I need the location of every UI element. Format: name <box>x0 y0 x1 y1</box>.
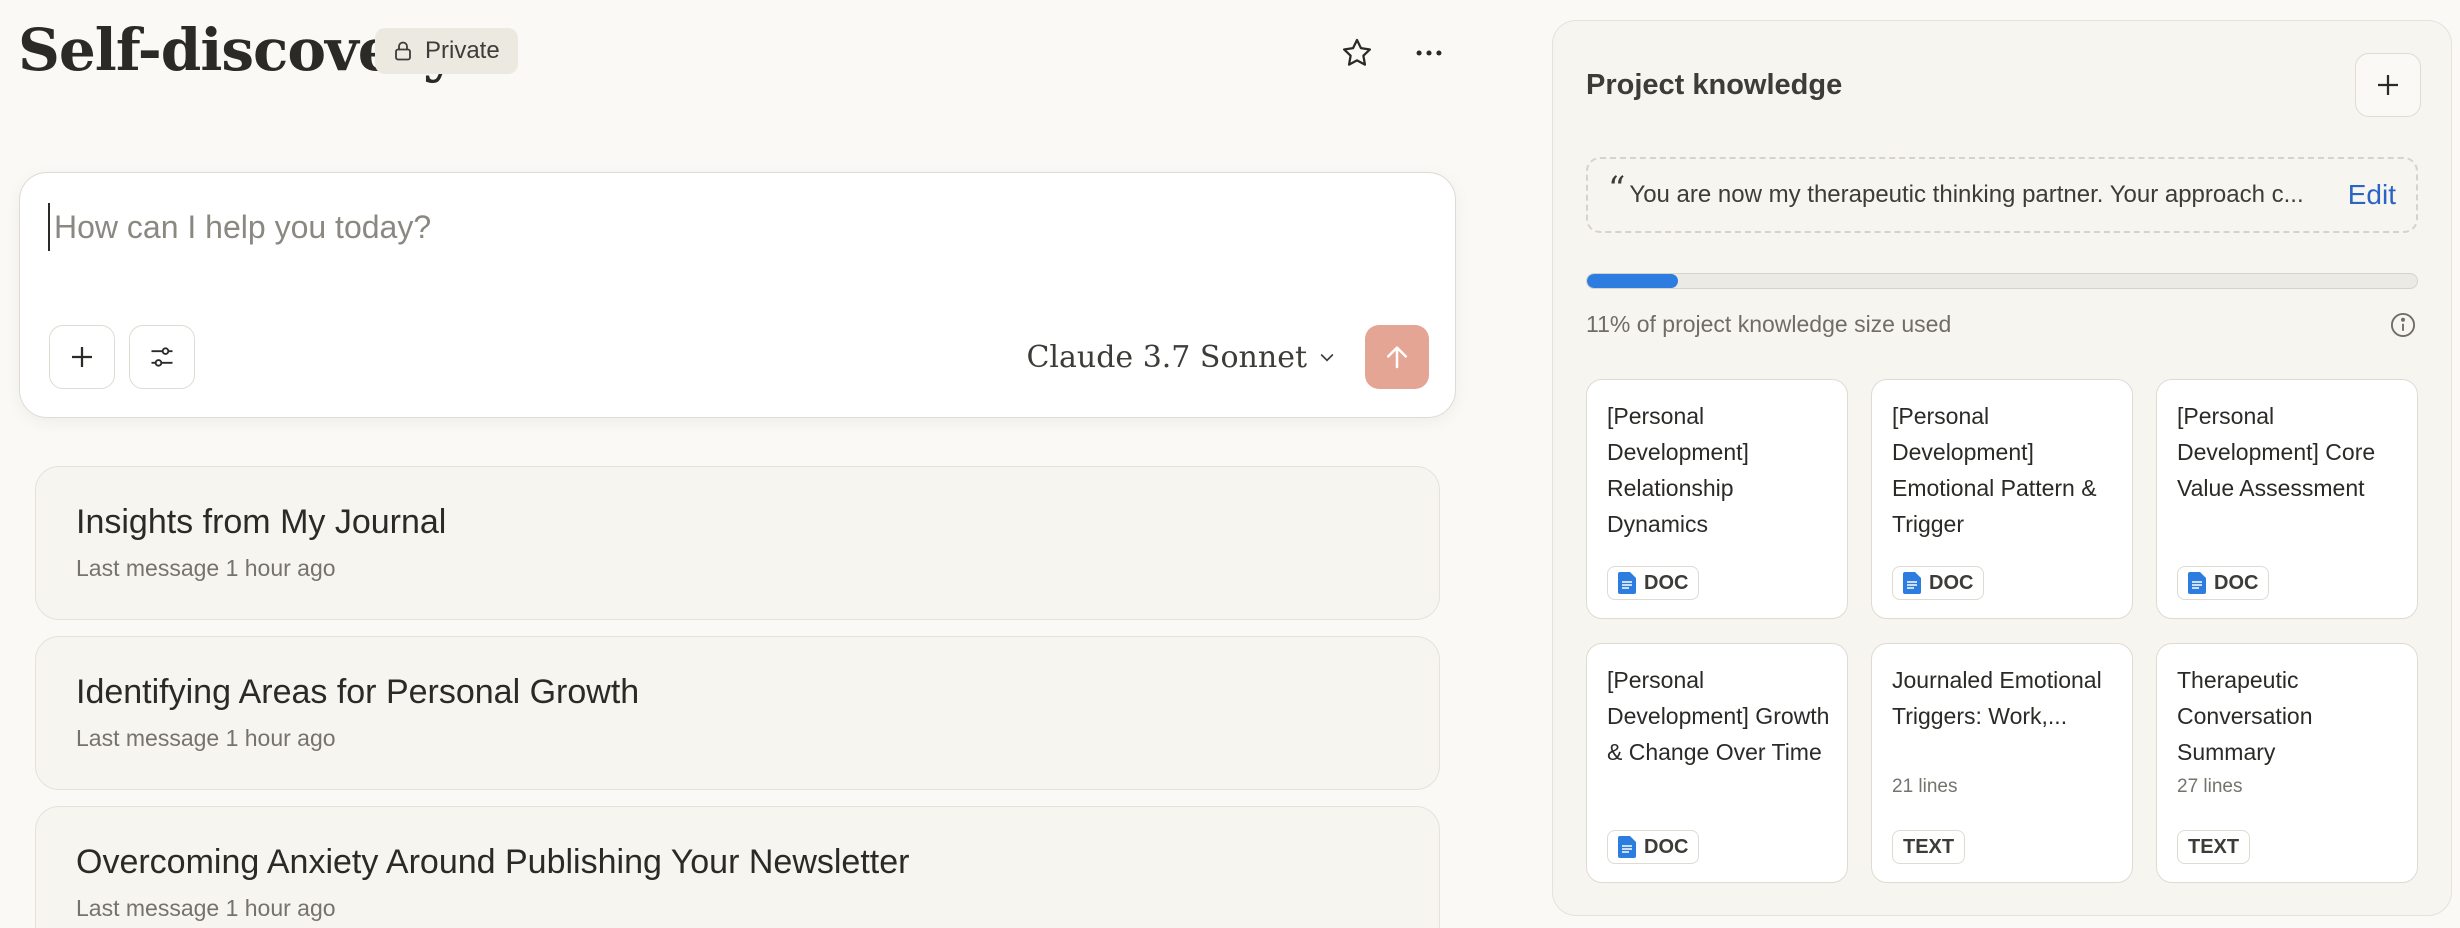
favorite-button[interactable] <box>1334 30 1380 76</box>
knowledge-file-card[interactable]: [Personal Development] Relationship Dyna… <box>1586 379 1848 619</box>
chevron-down-icon <box>1320 353 1334 362</box>
knowledge-usage-label: 11% of project knowledge size used <box>1586 311 1952 337</box>
lock-icon <box>395 41 411 61</box>
knowledge-file-card[interactable]: [Personal Development] Core Value Assess… <box>2156 379 2418 619</box>
knowledge-file-card[interactable]: [Personal Development] Emotional Pattern… <box>1871 379 2133 619</box>
file-type-badge: TEXT <box>2177 830 2251 864</box>
message-composer: Claude 3.7 Sonnet <box>19 172 1456 418</box>
file-name: Journaled Emotional Triggers: Work,... <box>1892 667 2102 729</box>
file-type-badge: DOC <box>1607 830 1700 864</box>
chat-title: Insights from My Journal <box>76 503 447 541</box>
file-line-count: 27 lines <box>2177 776 2243 797</box>
project-header: Self-discovery Private <box>18 14 1458 94</box>
knowledge-usage-bar <box>1586 273 2418 289</box>
visibility-badge[interactable]: Private <box>375 28 518 74</box>
file-type-badge: DOC <box>1892 566 1985 600</box>
knowledge-file-card[interactable]: Journaled Emotional Triggers: Work,... 2… <box>1871 643 2133 883</box>
file-type-badge: TEXT <box>1892 830 1966 864</box>
file-type-badge: DOC <box>1607 566 1700 600</box>
chat-list-item[interactable]: Overcoming Anxiety Around Publishing You… <box>35 806 1440 928</box>
document-icon <box>1618 572 1636 594</box>
file-type-label: DOC <box>2214 571 2259 594</box>
file-name: [Personal Development] Growth & Change O… <box>1607 667 1830 765</box>
knowledge-file-card[interactable]: Therapeutic Conversation Summary 27 line… <box>2156 643 2418 883</box>
chat-list-item[interactable]: Insights from My Journal Last message 1 … <box>35 466 1440 620</box>
document-icon <box>1903 572 1921 594</box>
instructions-preview: You are now my therapeutic thinking part… <box>1629 181 2304 208</box>
file-name: [Personal Development] Emotional Pattern… <box>1892 403 2097 537</box>
add-attachment-button[interactable] <box>49 325 115 389</box>
visibility-label: Private <box>425 37 500 64</box>
edit-instructions-link[interactable]: Edit <box>2348 179 2396 211</box>
file-type-label: DOC <box>1929 571 1974 594</box>
chat-last-message: Last message 1 hour ago <box>76 725 336 751</box>
file-type-label: TEXT <box>1903 835 1955 858</box>
file-name: [Personal Development] Relationship Dyna… <box>1607 403 1749 537</box>
plus-icon <box>2378 75 2398 95</box>
add-knowledge-button[interactable] <box>2355 53 2421 117</box>
file-name: Therapeutic Conversation Summary <box>2177 667 2313 765</box>
ellipsis-icon <box>1416 50 1442 56</box>
project-instructions[interactable]: “ You are now my therapeutic thinking pa… <box>1586 157 2418 233</box>
info-icon[interactable] <box>2389 311 2417 339</box>
file-type-label: DOC <box>1644 835 1689 858</box>
project-knowledge-panel: Project knowledge “ You are now my thera… <box>1552 20 2452 916</box>
model-name: Claude 3.7 Sonnet <box>1026 339 1307 375</box>
file-type-badge: DOC <box>2177 566 2270 600</box>
file-name: [Personal Development] Core Value Assess… <box>2177 403 2376 501</box>
message-input[interactable] <box>48 203 1408 251</box>
more-options-button[interactable] <box>1406 30 1452 76</box>
document-icon <box>1618 836 1636 858</box>
file-line-count: 21 lines <box>1892 776 1958 797</box>
send-button[interactable] <box>1365 325 1429 389</box>
panel-title: Project knowledge <box>1586 69 1843 101</box>
document-icon <box>2188 572 2206 594</box>
knowledge-usage-fill <box>1587 274 1679 288</box>
plus-icon <box>72 347 92 367</box>
chat-last-message: Last message 1 hour ago <box>76 895 336 921</box>
project-page: Self-discovery Private How can I help yo… <box>0 0 2460 928</box>
arrow-up-icon <box>1387 346 1407 369</box>
file-type-label: DOC <box>1644 571 1689 594</box>
tools-button[interactable] <box>129 325 195 389</box>
model-selector[interactable]: Claude 3.7 Sonnet <box>1026 331 1337 383</box>
star-icon <box>1342 38 1372 66</box>
sliders-icon <box>151 347 173 367</box>
chat-list-item[interactable]: Identifying Areas for Personal Growth La… <box>35 636 1440 790</box>
chat-title: Identifying Areas for Personal Growth <box>76 673 640 711</box>
quote-icon: “ <box>1608 169 1626 209</box>
chat-last-message: Last message 1 hour ago <box>76 555 336 581</box>
knowledge-file-card[interactable]: [Personal Development] Growth & Change O… <box>1586 643 1848 883</box>
file-type-label: TEXT <box>2188 835 2240 858</box>
chat-title: Overcoming Anxiety Around Publishing You… <box>76 843 910 881</box>
